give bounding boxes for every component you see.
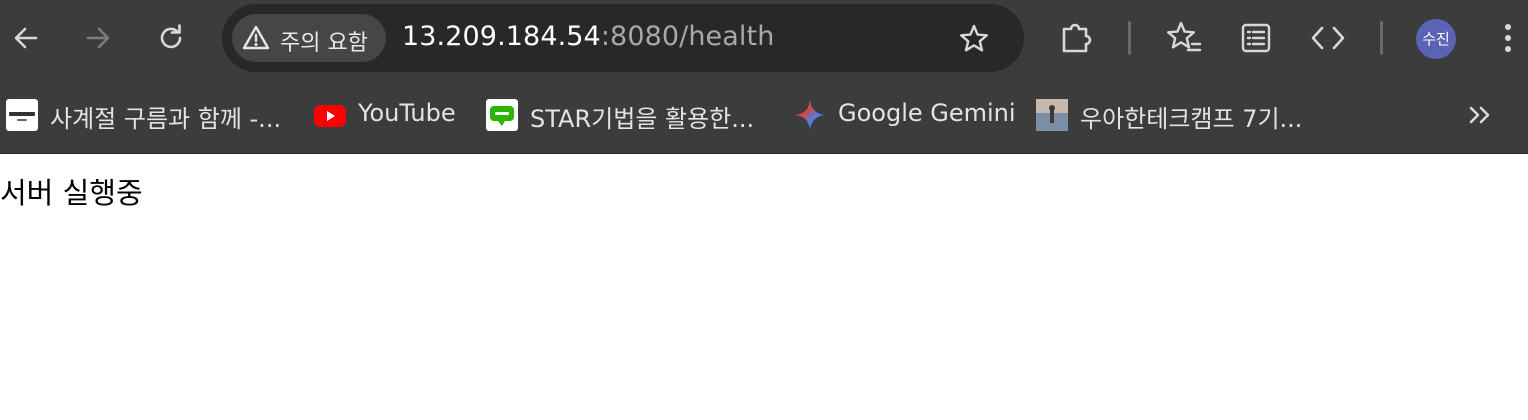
arrow-right-icon [86, 27, 110, 49]
url-path: :8080/health [600, 21, 775, 52]
bookmarks-overflow-button[interactable] [1466, 101, 1494, 129]
browser-toolbar: 주의 요함 13.209.184.54:8080/health 수진 [0, 0, 1528, 76]
forward-button[interactable] [84, 24, 112, 52]
code-brackets-icon [1311, 26, 1345, 50]
bookmark-label: YouTube [358, 99, 456, 127]
security-chip-label: 주의 요함 [280, 31, 368, 56]
bookmark-label: STAR기법을 활용한... [530, 105, 755, 133]
bookmark-item[interactable]: 우아한테크캠프 7기... [1036, 95, 1302, 135]
bookmark-item[interactable]: STAR기법을 활용한... [486, 95, 754, 135]
url-text[interactable]: 13.209.184.54:8080/health [402, 21, 774, 52]
warning-triangle-icon [242, 24, 270, 52]
goormthon-favicon [6, 99, 38, 131]
toolbar-separator [1128, 21, 1131, 55]
bookmark-label: 우아한테크캠프 7기... [1080, 105, 1303, 133]
photo-favicon [1036, 99, 1068, 131]
back-button[interactable] [12, 24, 40, 52]
extensions-button[interactable] [1060, 20, 1094, 56]
bookmark-item[interactable]: 사계절 구름과 함께 -... [6, 95, 281, 135]
bookmark-label: 사계절 구름과 함께 -... [50, 105, 282, 133]
youtube-favicon [314, 99, 346, 131]
bookmark-item[interactable]: Google Gemini [794, 95, 1016, 135]
bookmark-star-button[interactable] [958, 23, 990, 55]
address-bar[interactable]: 주의 요함 13.209.184.54:8080/health [222, 4, 1024, 72]
browser-menu-button[interactable] [1498, 22, 1518, 54]
puzzle-icon [1062, 23, 1092, 53]
profile-avatar[interactable]: 수진 [1416, 19, 1456, 59]
page-body-text: 서버 실행중 [0, 176, 143, 210]
star-list-icon [1167, 21, 1202, 52]
toolbar-separator [1380, 21, 1383, 55]
bookmarks-bar: 사계절 구름과 함께 -... YouTube STAR기법을 활용한... G… [0, 76, 1528, 154]
reload-button[interactable] [156, 23, 186, 53]
url-host: 13.209.184.54 [402, 21, 601, 52]
bookmarks-manager-button[interactable] [1164, 20, 1202, 56]
gemini-favicon [794, 99, 826, 131]
reading-list-icon [1241, 23, 1271, 53]
reading-list-button[interactable] [1240, 22, 1272, 54]
devtools-button[interactable] [1310, 22, 1346, 54]
arrow-left-icon [14, 27, 38, 49]
bookmark-label: Google Gemini [838, 99, 1016, 127]
security-chip[interactable]: 주의 요함 [232, 14, 386, 62]
double-chevron-right-icon [1469, 106, 1490, 124]
blog-favicon [486, 99, 518, 131]
star-outline-icon [960, 24, 988, 52]
reload-icon [160, 24, 182, 49]
kebab-menu-icon [1505, 24, 1511, 52]
bookmark-item[interactable]: YouTube [314, 95, 456, 135]
